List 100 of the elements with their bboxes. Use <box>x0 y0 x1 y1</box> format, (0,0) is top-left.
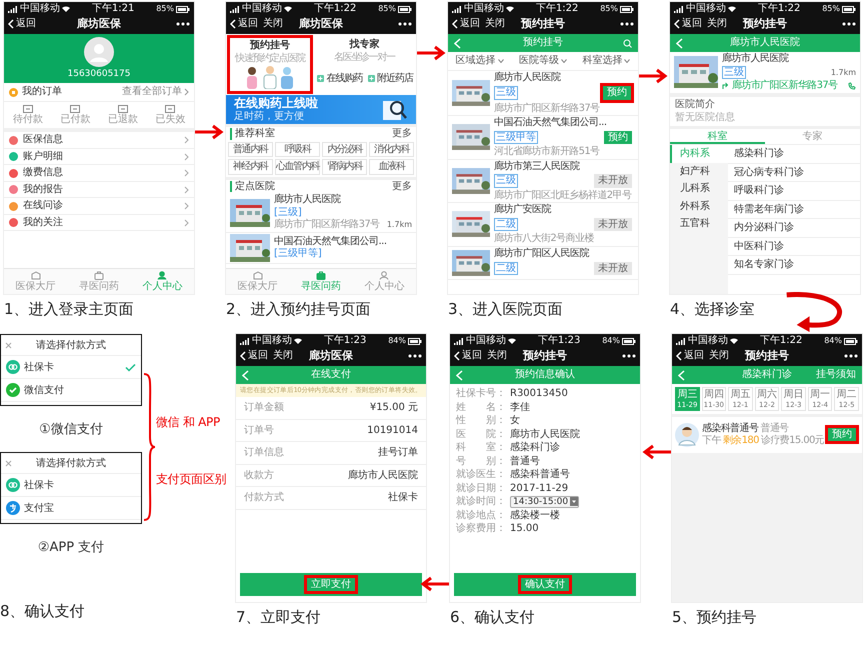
avatar-icon <box>84 37 114 67</box>
hospital-item[interactable]: 廊坊市人民医院 三级 预约 廊坊市广阳区新华路37号 <box>448 70 638 116</box>
menu-item[interactable]: 我的关注 <box>4 214 194 232</box>
menu-item[interactable]: 在线问诊 <box>4 198 194 215</box>
time-select[interactable]: 14:30-15:00 <box>510 496 580 508</box>
menu-item[interactable]: 我的报告 <box>4 182 194 198</box>
building-icon <box>30 270 41 280</box>
hospital-item[interactable]: 廊坊市人民医院 [三级] 廊坊市广阳区新华路37号 1.7km <box>226 193 416 233</box>
popup-title: 请选择付款方式 <box>35 456 107 470</box>
status-time: 下午1:23 <box>538 335 580 347</box>
back-icon[interactable] <box>678 370 685 380</box>
clinic-item[interactable]: 内分泌科门诊 <box>728 219 860 238</box>
clinic-item[interactable]: 呼吸科门诊 <box>728 182 860 200</box>
back-button[interactable]: 返回 <box>674 18 702 30</box>
department-tag[interactable]: 普通内科 <box>228 142 273 158</box>
department-tag[interactable]: 血液科 <box>369 159 414 175</box>
category-item[interactable]: 五官科 <box>670 215 728 232</box>
back-icon[interactable] <box>676 38 683 48</box>
back-icon <box>674 19 680 29</box>
menu-item[interactable]: 医保信息 <box>4 132 194 149</box>
close-button[interactable]: 关闭 <box>263 18 283 30</box>
battery-percent: 85% <box>378 4 396 14</box>
category-item[interactable]: 外科系 <box>670 198 728 215</box>
payment-option[interactable]: 支付宝 <box>1 497 141 520</box>
close-icon[interactable] <box>5 460 12 466</box>
payment-option[interactable]: 微信支付 <box>1 379 141 402</box>
back-icon[interactable] <box>242 370 249 380</box>
caret-icon <box>624 58 630 63</box>
close-button[interactable]: 关闭 <box>485 18 505 30</box>
department-tag[interactable]: 消化内科 <box>369 142 414 158</box>
grade-tag: 二级 <box>494 262 518 275</box>
back-button[interactable]: 返回 <box>676 350 704 362</box>
menu-item[interactable]: 账户明细 <box>4 148 194 166</box>
close-button[interactable]: 关闭 <box>707 18 727 30</box>
book-button[interactable]: 未开放 <box>594 174 632 188</box>
clinic-item[interactable]: 感染科门诊 <box>728 145 860 164</box>
hospital-name: 中国石油天然气集团公司... <box>274 236 388 248</box>
department-tag[interactable]: 肾病内科 <box>322 159 368 175</box>
category-item[interactable]: 妇产科 <box>670 162 728 180</box>
clinic-item[interactable]: 中医科门诊 <box>728 238 860 256</box>
more-icon[interactable] <box>844 354 858 358</box>
battery-percent: 84% <box>388 336 406 346</box>
clinic-item[interactable]: 特需老年病门诊 <box>728 200 860 219</box>
back-icon[interactable] <box>456 370 463 380</box>
payment-option[interactable]: 社保卡 <box>1 474 141 497</box>
hospital-item[interactable]: 廊坊市广阳区人民医院 二级 未开放 <box>448 246 638 280</box>
clinic-item[interactable]: 知名专家门诊 <box>728 256 860 274</box>
more-icon[interactable] <box>622 354 636 358</box>
back-icon[interactable] <box>454 38 461 48</box>
department-tag[interactable]: 呼吸科 <box>274 142 320 158</box>
hospital-item[interactable]: 中国石油天然气集团公司... 三级甲等 预约 河北省廊坊市新开路51号 <box>448 116 638 160</box>
field-value: 廊坊市人民医院 <box>510 428 580 440</box>
filter-dropdown[interactable]: 区域选择 <box>456 55 504 66</box>
more-link[interactable]: 更多 <box>392 128 412 140</box>
person-icon <box>379 270 390 280</box>
nav-title: 廊坊医保 <box>77 18 121 30</box>
department-tag[interactable]: 内分泌科 <box>322 142 368 158</box>
department-tag[interactable]: 心血管内科 <box>274 159 320 175</box>
back-button[interactable]: 返回 <box>240 350 268 362</box>
search-icon[interactable] <box>623 38 632 48</box>
back-button[interactable]: 返回 <box>230 18 258 30</box>
department-tag[interactable]: 神经内科 <box>228 159 273 175</box>
person-icon <box>157 270 168 280</box>
all-orders-link[interactable]: 查看全部订单 <box>122 86 189 98</box>
menu-item[interactable]: 缴费信息 <box>4 165 194 182</box>
more-icon[interactable] <box>842 22 856 26</box>
clinic-item[interactable]: 冠心病专科门诊 <box>728 164 860 182</box>
back-button[interactable]: 返回 <box>454 350 482 362</box>
close-icon[interactable] <box>5 342 12 348</box>
more-icon[interactable] <box>620 22 634 26</box>
receipt-icon <box>118 104 128 113</box>
payment-option[interactable]: 社保卡 <box>1 356 141 379</box>
filter-dropdown[interactable]: 医院等级 <box>518 55 567 66</box>
back-button[interactable]: 返回 <box>8 18 36 30</box>
more-icon[interactable] <box>408 354 422 358</box>
highlight-frame: 立即支付 <box>304 574 358 594</box>
row-value: 10191014 <box>367 424 418 436</box>
category-item[interactable]: 儿科系 <box>670 180 728 198</box>
more-icon[interactable] <box>398 22 412 26</box>
close-button[interactable]: 关闭 <box>709 350 729 362</box>
field-label: 诊察费用： <box>456 523 506 534</box>
phone-icon[interactable] <box>848 82 856 90</box>
battery-percent: 85% <box>822 4 840 14</box>
book-button[interactable]: 未开放 <box>594 262 632 275</box>
close-button[interactable]: 关闭 <box>273 350 293 362</box>
promo-banner[interactable]: 在线购药上线啦 足时药，更方便 <box>226 95 416 124</box>
back-button[interactable]: 返回 <box>452 18 480 30</box>
battery-icon <box>176 6 190 12</box>
hospital-item[interactable]: 廊坊市第三人民医院 三级 未开放 廊坊市广阳区北旺乡杨祥道2甲号 <box>448 160 638 203</box>
filter-dropdown[interactable]: 科室选择 <box>582 55 630 66</box>
signal-icon <box>452 6 462 12</box>
card-icon <box>6 360 20 374</box>
intro-title: 医院简介 <box>675 98 716 110</box>
book-button[interactable]: 未开放 <box>594 218 632 231</box>
close-button[interactable]: 关闭 <box>487 350 507 362</box>
step-caption: 7、立即支付 <box>236 608 322 627</box>
hospital-item[interactable]: 廊坊广安医院 二级 未开放 廊坊市八大街2号商业楼 <box>448 203 638 246</box>
more-link[interactable]: 更多 <box>392 180 412 192</box>
hospital-item[interactable]: 中国石油天然气集团公司... [三级甲等] <box>226 232 416 264</box>
more-icon[interactable] <box>176 22 190 26</box>
